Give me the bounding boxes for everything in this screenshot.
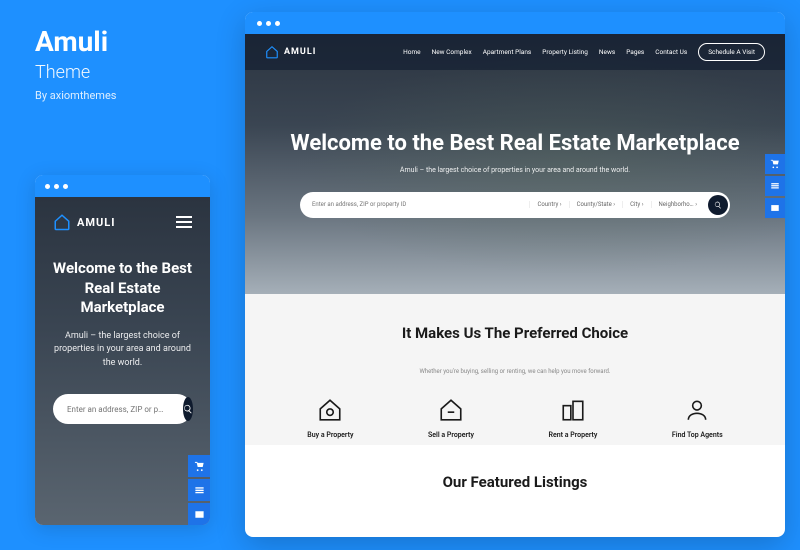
window-dot <box>54 184 59 189</box>
compare-icon <box>770 181 780 191</box>
nav-contact[interactable]: Contact Us <box>655 48 687 56</box>
house-icon <box>53 213 71 231</box>
feature-sell[interactable]: Sell a Property <box>428 397 474 439</box>
cart-button[interactable] <box>188 455 210 477</box>
feature-agents[interactable]: Find Top Agents <box>672 397 723 439</box>
agent-icon <box>684 397 710 423</box>
browser-titlebar <box>245 12 785 34</box>
feature-buy[interactable]: Buy a Property <box>307 397 353 439</box>
favorite-button[interactable] <box>188 503 210 525</box>
float-card-button[interactable] <box>765 198 785 218</box>
hamburger-icon[interactable] <box>176 216 192 228</box>
nav-home[interactable]: Home <box>403 48 421 56</box>
theme-subtitle: Theme <box>35 62 210 83</box>
card-icon <box>770 203 780 213</box>
neighborhood-select[interactable]: Neighborho… <box>651 201 704 208</box>
feature-rent[interactable]: Rent a Property <box>549 397 598 439</box>
cart-icon <box>194 461 205 472</box>
section-heading: It Makes Us The Preferred Choice <box>275 324 755 342</box>
section-sub: Whether you're buying, selling or rentin… <box>275 368 755 375</box>
window-dot <box>275 21 280 26</box>
house-search-icon <box>317 397 343 423</box>
desktop-preview: AMULI Home New Complex Apartment Plans P… <box>245 12 785 537</box>
compare-icon <box>194 485 205 496</box>
nav-pages[interactable]: Pages <box>626 48 644 56</box>
schedule-visit-button[interactable]: Schedule A Visit <box>698 43 765 61</box>
compare-button[interactable] <box>188 479 210 501</box>
site-logo[interactable]: AMULI <box>265 45 316 59</box>
mobile-hero: AMULI Welcome to the Best Real Estate Ma… <box>35 197 210 525</box>
featured-listings-section: Our Featured Listings <box>245 445 785 506</box>
house-icon <box>265 45 279 59</box>
hero-subheadline: Amuli – the largest choice of properties… <box>400 166 630 174</box>
search-input[interactable] <box>312 201 529 208</box>
hero-section: Welcome to the Best Real Estate Marketpl… <box>245 34 785 294</box>
card-icon <box>194 509 205 520</box>
window-dot <box>257 21 262 26</box>
mobile-subheadline: Amuli – the largest choice of properties… <box>53 330 192 371</box>
buildings-icon <box>560 397 586 423</box>
side-float-actions <box>765 154 785 218</box>
mobile-search-bar[interactable] <box>53 394 192 424</box>
mobile-headline: Welcome to the Best Real Estate Marketpl… <box>53 259 192 318</box>
mobile-titlebar <box>35 175 210 197</box>
theme-title: Amuli <box>35 25 210 58</box>
float-compare-button[interactable] <box>765 176 785 196</box>
window-dot <box>63 184 68 189</box>
mobile-preview: AMULI Welcome to the Best Real Estate Ma… <box>35 175 210 525</box>
preferred-choice-section: It Makes Us The Preferred Choice Whether… <box>245 294 785 445</box>
nav-new-complex[interactable]: New Complex <box>432 48 472 56</box>
features-row: Buy a Property Sell a Property Rent a Pr… <box>275 397 755 439</box>
browser-viewport: AMULI Home New Complex Apartment Plans P… <box>245 34 785 537</box>
promo-panel: Amuli Theme By axiomthemes <box>35 25 210 102</box>
search-button[interactable] <box>708 195 728 215</box>
hero-headline: Welcome to the Best Real Estate Marketpl… <box>290 130 739 158</box>
float-cart-button[interactable] <box>765 154 785 174</box>
window-dot <box>45 184 50 189</box>
cart-icon <box>770 159 780 169</box>
house-sale-icon <box>438 397 464 423</box>
theme-author: By axiomthemes <box>35 89 210 102</box>
main-nav: Home New Complex Apartment Plans Propert… <box>403 43 765 61</box>
mobile-search-button[interactable] <box>183 397 193 421</box>
nav-apartment-plans[interactable]: Apartment Plans <box>483 48 532 56</box>
county-state-select[interactable]: County/State <box>569 201 622 208</box>
site-header: AMULI Home New Complex Apartment Plans P… <box>245 34 785 70</box>
nav-property-listing[interactable]: Property Listing <box>542 48 588 56</box>
city-select[interactable]: City <box>622 201 650 208</box>
search-icon <box>183 404 193 414</box>
nav-news[interactable]: News <box>599 48 615 56</box>
mobile-logo[interactable]: AMULI <box>53 213 115 231</box>
mobile-search-input[interactable] <box>67 405 177 414</box>
search-icon <box>714 201 722 209</box>
hero-search-bar[interactable]: Country County/State City Neighborho… <box>300 192 730 218</box>
mobile-side-actions <box>188 455 210 525</box>
section-heading: Our Featured Listings <box>275 473 755 491</box>
country-select[interactable]: Country <box>529 201 568 208</box>
window-dot <box>266 21 271 26</box>
